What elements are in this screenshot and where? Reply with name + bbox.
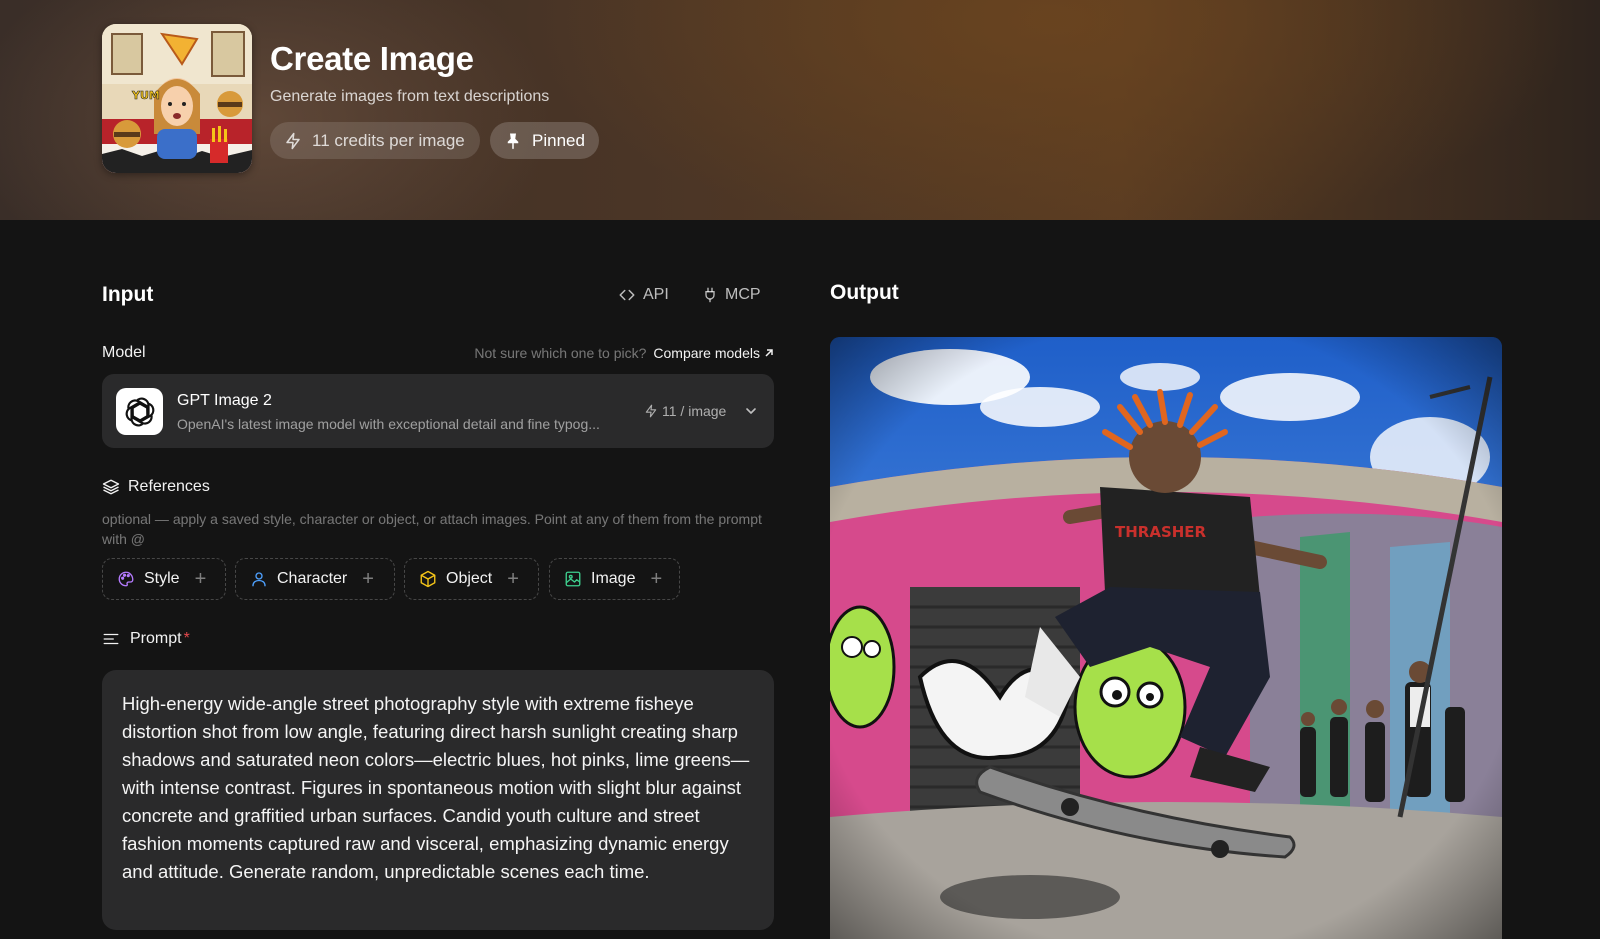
image-button-label: Image: [591, 570, 636, 587]
lightning-icon: [286, 132, 300, 149]
add-image-button[interactable]: Image +: [549, 558, 680, 600]
references-label: References: [128, 478, 210, 495]
add-character-button[interactable]: Character +: [235, 558, 395, 600]
model-cost-label: 11 / image: [662, 403, 727, 419]
style-button-label: Style: [144, 570, 180, 587]
input-section-title: Input: [102, 283, 154, 306]
references-description: optional — apply a saved style, characte…: [102, 511, 762, 547]
model-cost: 11 / image: [644, 403, 726, 419]
model-label: Model: [102, 344, 146, 361]
api-button[interactable]: API: [618, 286, 669, 304]
pinned-button[interactable]: Pinned: [490, 122, 599, 159]
image-icon: [565, 571, 581, 587]
prompt-textarea[interactable]: High-energy wide-angle street photograph…: [102, 670, 774, 930]
credits-badge-label: 11 credits per image: [312, 130, 465, 150]
layers-icon: [102, 479, 120, 495]
required-mark: *: [183, 630, 190, 647]
output-image[interactable]: THRASHER: [830, 337, 1502, 939]
plug-icon: [705, 287, 715, 303]
plus-icon: +: [194, 568, 207, 590]
pin-icon: [507, 133, 519, 149]
compare-models-link[interactable]: Compare models: [653, 345, 774, 361]
add-style-button[interactable]: Style +: [102, 558, 226, 600]
plus-icon: +: [507, 568, 519, 590]
api-button-label: API: [643, 286, 669, 303]
prompt-label: Prompt: [130, 630, 182, 647]
arrow-up-right-icon: [765, 349, 773, 357]
box-icon: [420, 570, 436, 588]
object-button-label: Object: [446, 570, 493, 587]
character-button-label: Character: [277, 570, 348, 587]
page-header: YUM Create Image Generate images from te…: [0, 0, 1600, 220]
openai-logo-icon: [116, 388, 163, 435]
svg-text:YUM: YUM: [131, 89, 160, 102]
lightning-icon: [645, 404, 657, 418]
person-icon: [252, 572, 266, 587]
add-object-button[interactable]: Object +: [404, 558, 539, 600]
plus-icon: +: [650, 568, 663, 590]
palette-icon: [118, 571, 134, 587]
compare-models-label: Compare models: [653, 345, 760, 361]
create-image-page: YUM Create Image Generate images from te…: [0, 0, 1600, 939]
model-name: GPT Image 2: [177, 392, 272, 409]
model-description: OpenAI's latest image model with excepti…: [177, 416, 600, 432]
text-lines-icon: [103, 633, 119, 645]
pinned-button-label: Pinned: [532, 130, 585, 150]
output-section-title: Output: [830, 281, 899, 304]
tool-thumbnail: YUM: [102, 24, 252, 173]
model-hint: Not sure which one to pick? Compare mode…: [474, 345, 774, 361]
credits-badge: 11 credits per image: [270, 122, 480, 159]
code-icon: [619, 289, 635, 301]
model-selector[interactable]: GPT Image 2 OpenAI's latest image model …: [102, 374, 774, 448]
prompt-header: Prompt *: [102, 630, 190, 648]
page-title: Create Image: [270, 40, 474, 77]
mcp-button[interactable]: MCP: [702, 286, 761, 304]
page-subtitle: Generate images from text descriptions: [270, 88, 550, 105]
mcp-button-label: MCP: [725, 286, 761, 303]
plus-icon: +: [362, 568, 374, 590]
references-header: References: [102, 478, 210, 496]
chevron-down-icon[interactable]: [744, 404, 758, 418]
model-hint-text: Not sure which one to pick?: [474, 345, 647, 361]
